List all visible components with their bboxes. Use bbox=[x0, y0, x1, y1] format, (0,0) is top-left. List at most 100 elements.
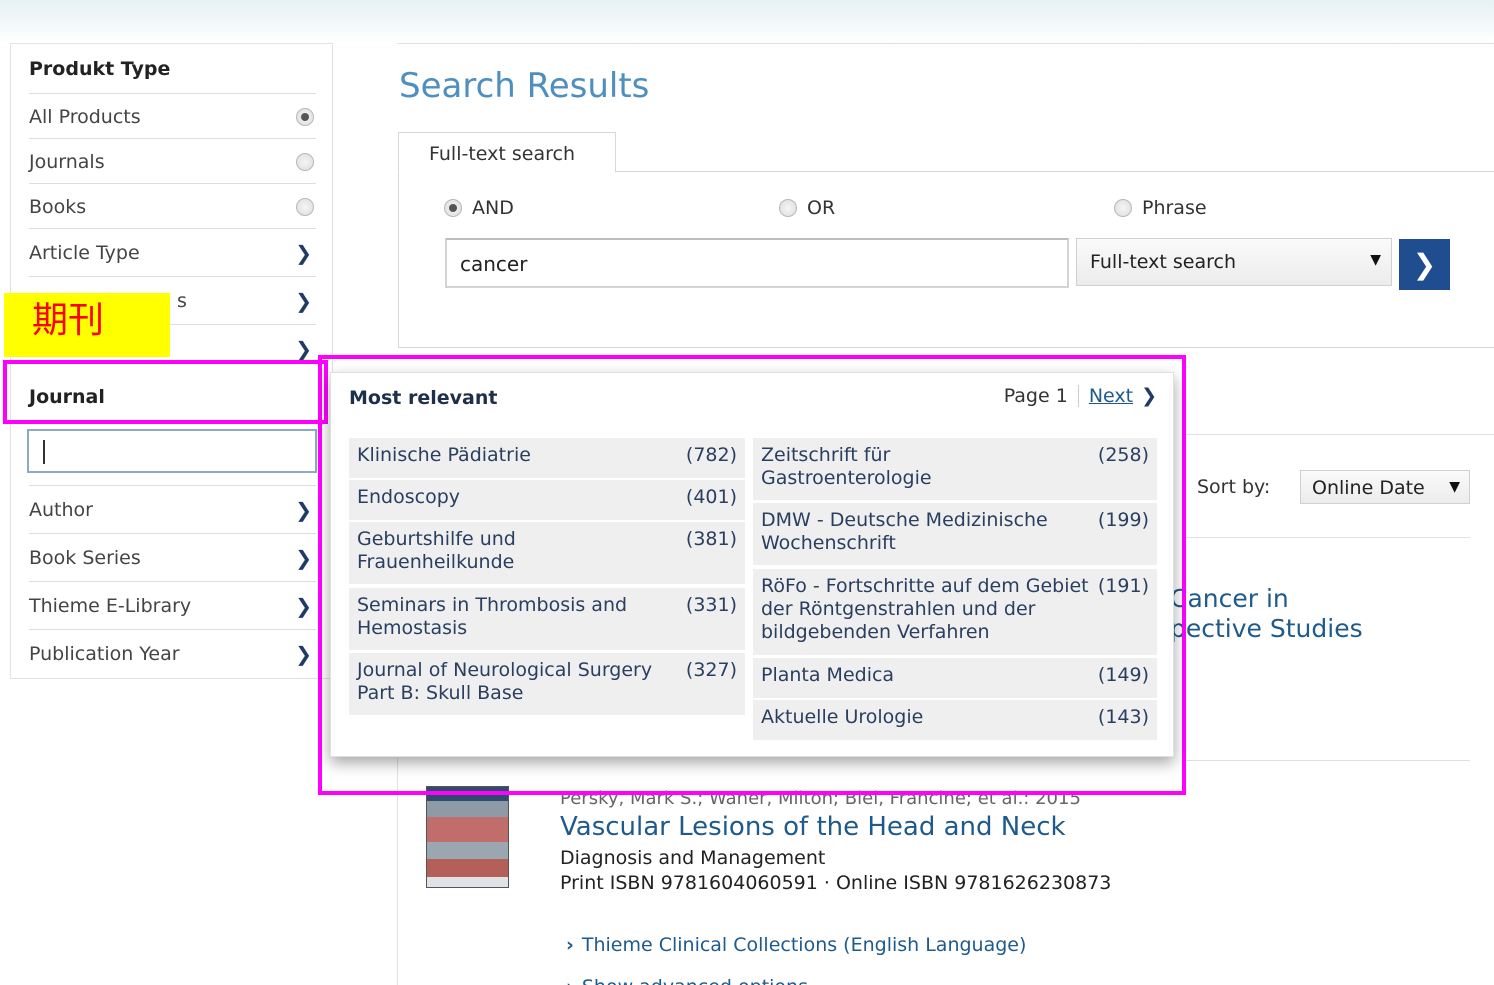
operator-phrase[interactable]: Phrase bbox=[1114, 197, 1207, 219]
journal-name: Seminars in Thrombosis and Hemostasis bbox=[357, 594, 628, 639]
collection-link[interactable]: › Thieme Clinical Collections (English La… bbox=[566, 934, 1026, 956]
journal-option[interactable]: RöFo - Fortschritte auf dem Gebiet der R… bbox=[753, 569, 1157, 655]
result-title-link[interactable]: Vascular Lesions of the Head and Neck bbox=[560, 812, 1066, 842]
chevron-right-icon: › bbox=[566, 934, 574, 956]
sort-select[interactable]: Online Date ▼ bbox=[1300, 470, 1470, 504]
title-line: Cancer in bbox=[1170, 584, 1289, 613]
facet-book-series[interactable]: Book Series ❯ bbox=[29, 533, 316, 581]
journal-option[interactable]: Aktuelle Urologie (143) bbox=[753, 700, 1157, 740]
journal-count: (191) bbox=[1097, 575, 1149, 597]
next-page-link[interactable]: Next bbox=[1079, 385, 1133, 407]
journal-count: (327) bbox=[685, 659, 737, 681]
chevron-right-icon: › bbox=[566, 976, 574, 985]
journal-count: (149) bbox=[1097, 664, 1149, 686]
radio-selected-icon[interactable] bbox=[444, 199, 462, 217]
journal-option[interactable]: Journal of Neurological Surgery Part B: … bbox=[349, 653, 745, 715]
operator-or[interactable]: OR bbox=[779, 197, 835, 219]
result-subtitle: Diagnosis and Management bbox=[560, 847, 826, 869]
chevron-right-icon: ❯ bbox=[295, 545, 312, 570]
journal-name: DMW - Deutsche Medizinische Wochenschrif… bbox=[761, 509, 1048, 554]
journal-name: Journal of Neurological Surgery Part B: … bbox=[357, 659, 653, 704]
divider bbox=[1185, 434, 1494, 435]
journal-option[interactable]: Klinische Pädiatrie (782) bbox=[349, 438, 745, 478]
operator-and[interactable]: AND bbox=[444, 197, 514, 219]
journal-count: (143) bbox=[1097, 706, 1149, 728]
radio-empty-icon[interactable] bbox=[779, 199, 797, 217]
journal-option[interactable]: DMW - Deutsche Medizinische Wochenschrif… bbox=[753, 503, 1157, 565]
product-type-title: Produkt Type bbox=[29, 58, 171, 80]
journal-name: Klinische Pädiatrie bbox=[357, 444, 531, 466]
chevron-right-icon: ❯ bbox=[295, 288, 312, 313]
journal-count: (331) bbox=[685, 594, 737, 616]
sort-label: Sort by: bbox=[1197, 476, 1271, 498]
journal-option[interactable]: Zeitschrift für Gastroenterologie (258) bbox=[753, 438, 1157, 500]
search-submit-button[interactable]: ❯ bbox=[1399, 239, 1450, 290]
facet-label: Publication Year bbox=[29, 642, 180, 665]
facet-label: Thieme E-Library bbox=[29, 594, 192, 617]
radio-journals[interactable]: Journals bbox=[29, 138, 316, 184]
chevron-right-icon: ❯ bbox=[295, 240, 312, 265]
radio-all-products[interactable]: All Products bbox=[29, 93, 316, 139]
title-line: pective Studies bbox=[1170, 614, 1363, 643]
journal-count: (258) bbox=[1097, 444, 1149, 466]
chevron-right-icon: ❯ bbox=[1412, 248, 1437, 281]
radio-label: All Products bbox=[29, 105, 141, 128]
book-cover-image[interactable] bbox=[426, 786, 509, 888]
dropdown-heading: Most relevant bbox=[349, 387, 498, 409]
facet-article-type[interactable]: Article Type ❯ bbox=[29, 228, 316, 276]
facet-thieme-e-library[interactable]: Thieme E-Library ❯ bbox=[29, 581, 316, 629]
radio-empty-icon[interactable] bbox=[296, 152, 314, 171]
operator-label: AND bbox=[472, 197, 514, 219]
chevron-right-icon: ❯ bbox=[295, 336, 312, 361]
page-title: Search Results bbox=[399, 66, 650, 106]
facet-author[interactable]: Author ❯ bbox=[29, 485, 316, 533]
page-indicator: Page 1 bbox=[1004, 385, 1079, 407]
journal-option[interactable]: Endoscopy (401) bbox=[349, 480, 745, 520]
scope-value: Full-text search bbox=[1090, 251, 1236, 273]
dropdown-arrow-icon: ▼ bbox=[1449, 479, 1460, 495]
journal-count: (401) bbox=[685, 486, 737, 508]
top-banner bbox=[0, 0, 1494, 44]
journal-count: (782) bbox=[685, 444, 737, 466]
radio-label: Books bbox=[29, 195, 87, 218]
dropdown-pager: Page 1 Next ❯ bbox=[1004, 385, 1157, 407]
radio-empty-icon[interactable] bbox=[296, 197, 314, 216]
tab-full-text-search[interactable]: Full-text search bbox=[398, 132, 616, 173]
collection-label: Thieme Clinical Collections (English Lan… bbox=[581, 934, 1027, 956]
more-link[interactable]: › Show advanced options bbox=[566, 976, 808, 985]
search-input[interactable]: cancer bbox=[445, 238, 1069, 288]
journal-option[interactable]: Planta Medica (149) bbox=[753, 658, 1157, 698]
sort-value: Online Date bbox=[1312, 477, 1425, 499]
text-caret bbox=[43, 440, 45, 464]
divider bbox=[397, 43, 1494, 44]
facet-label: Book Series bbox=[29, 546, 141, 569]
facet-label: Author bbox=[29, 498, 93, 521]
journal-count: (381) bbox=[685, 528, 737, 550]
radio-label: Journals bbox=[29, 150, 105, 173]
result-title-partial[interactable]: Cancer in pective Studies bbox=[1170, 584, 1490, 644]
operator-label: Phrase bbox=[1142, 197, 1207, 219]
facet-publication-year[interactable]: Publication Year ❯ bbox=[29, 629, 316, 677]
dropdown-arrow-icon: ▼ bbox=[1370, 252, 1381, 268]
chevron-right-icon[interactable]: ❯ bbox=[1141, 385, 1157, 407]
annotation-highlight-box bbox=[3, 360, 328, 424]
journal-name: Geburtshilfe und Frauenheilkunde bbox=[357, 528, 516, 573]
radio-empty-icon[interactable] bbox=[1114, 199, 1132, 217]
journal-count: (199) bbox=[1097, 509, 1149, 531]
chevron-right-icon: ❯ bbox=[295, 593, 312, 618]
journal-suggestions-dropdown: Most relevant Page 1 Next ❯ Klinische Pä… bbox=[330, 372, 1174, 757]
more-label: Show advanced options bbox=[582, 976, 808, 985]
divider bbox=[1185, 537, 1470, 538]
journal-name: Zeitschrift für Gastroenterologie bbox=[761, 444, 932, 489]
journal-name: Aktuelle Urologie bbox=[761, 706, 924, 728]
result-isbn: Print ISBN 9781604060591 · Online ISBN 9… bbox=[560, 872, 1112, 894]
radio-books[interactable]: Books bbox=[29, 183, 316, 229]
radio-selected-icon[interactable] bbox=[296, 107, 314, 126]
search-scope-select[interactable]: Full-text search ▼ bbox=[1076, 238, 1392, 286]
journal-name: Planta Medica bbox=[761, 664, 895, 686]
journal-name: RöFo - Fortschritte auf dem Gebiet der R… bbox=[761, 575, 1089, 643]
journal-filter-input[interactable] bbox=[27, 429, 317, 473]
journal-option[interactable]: Seminars in Thrombosis and Hemostasis (3… bbox=[349, 588, 745, 650]
journal-name: Endoscopy bbox=[357, 486, 461, 508]
journal-option[interactable]: Geburtshilfe und Frauenheilkunde (381) bbox=[349, 522, 745, 584]
